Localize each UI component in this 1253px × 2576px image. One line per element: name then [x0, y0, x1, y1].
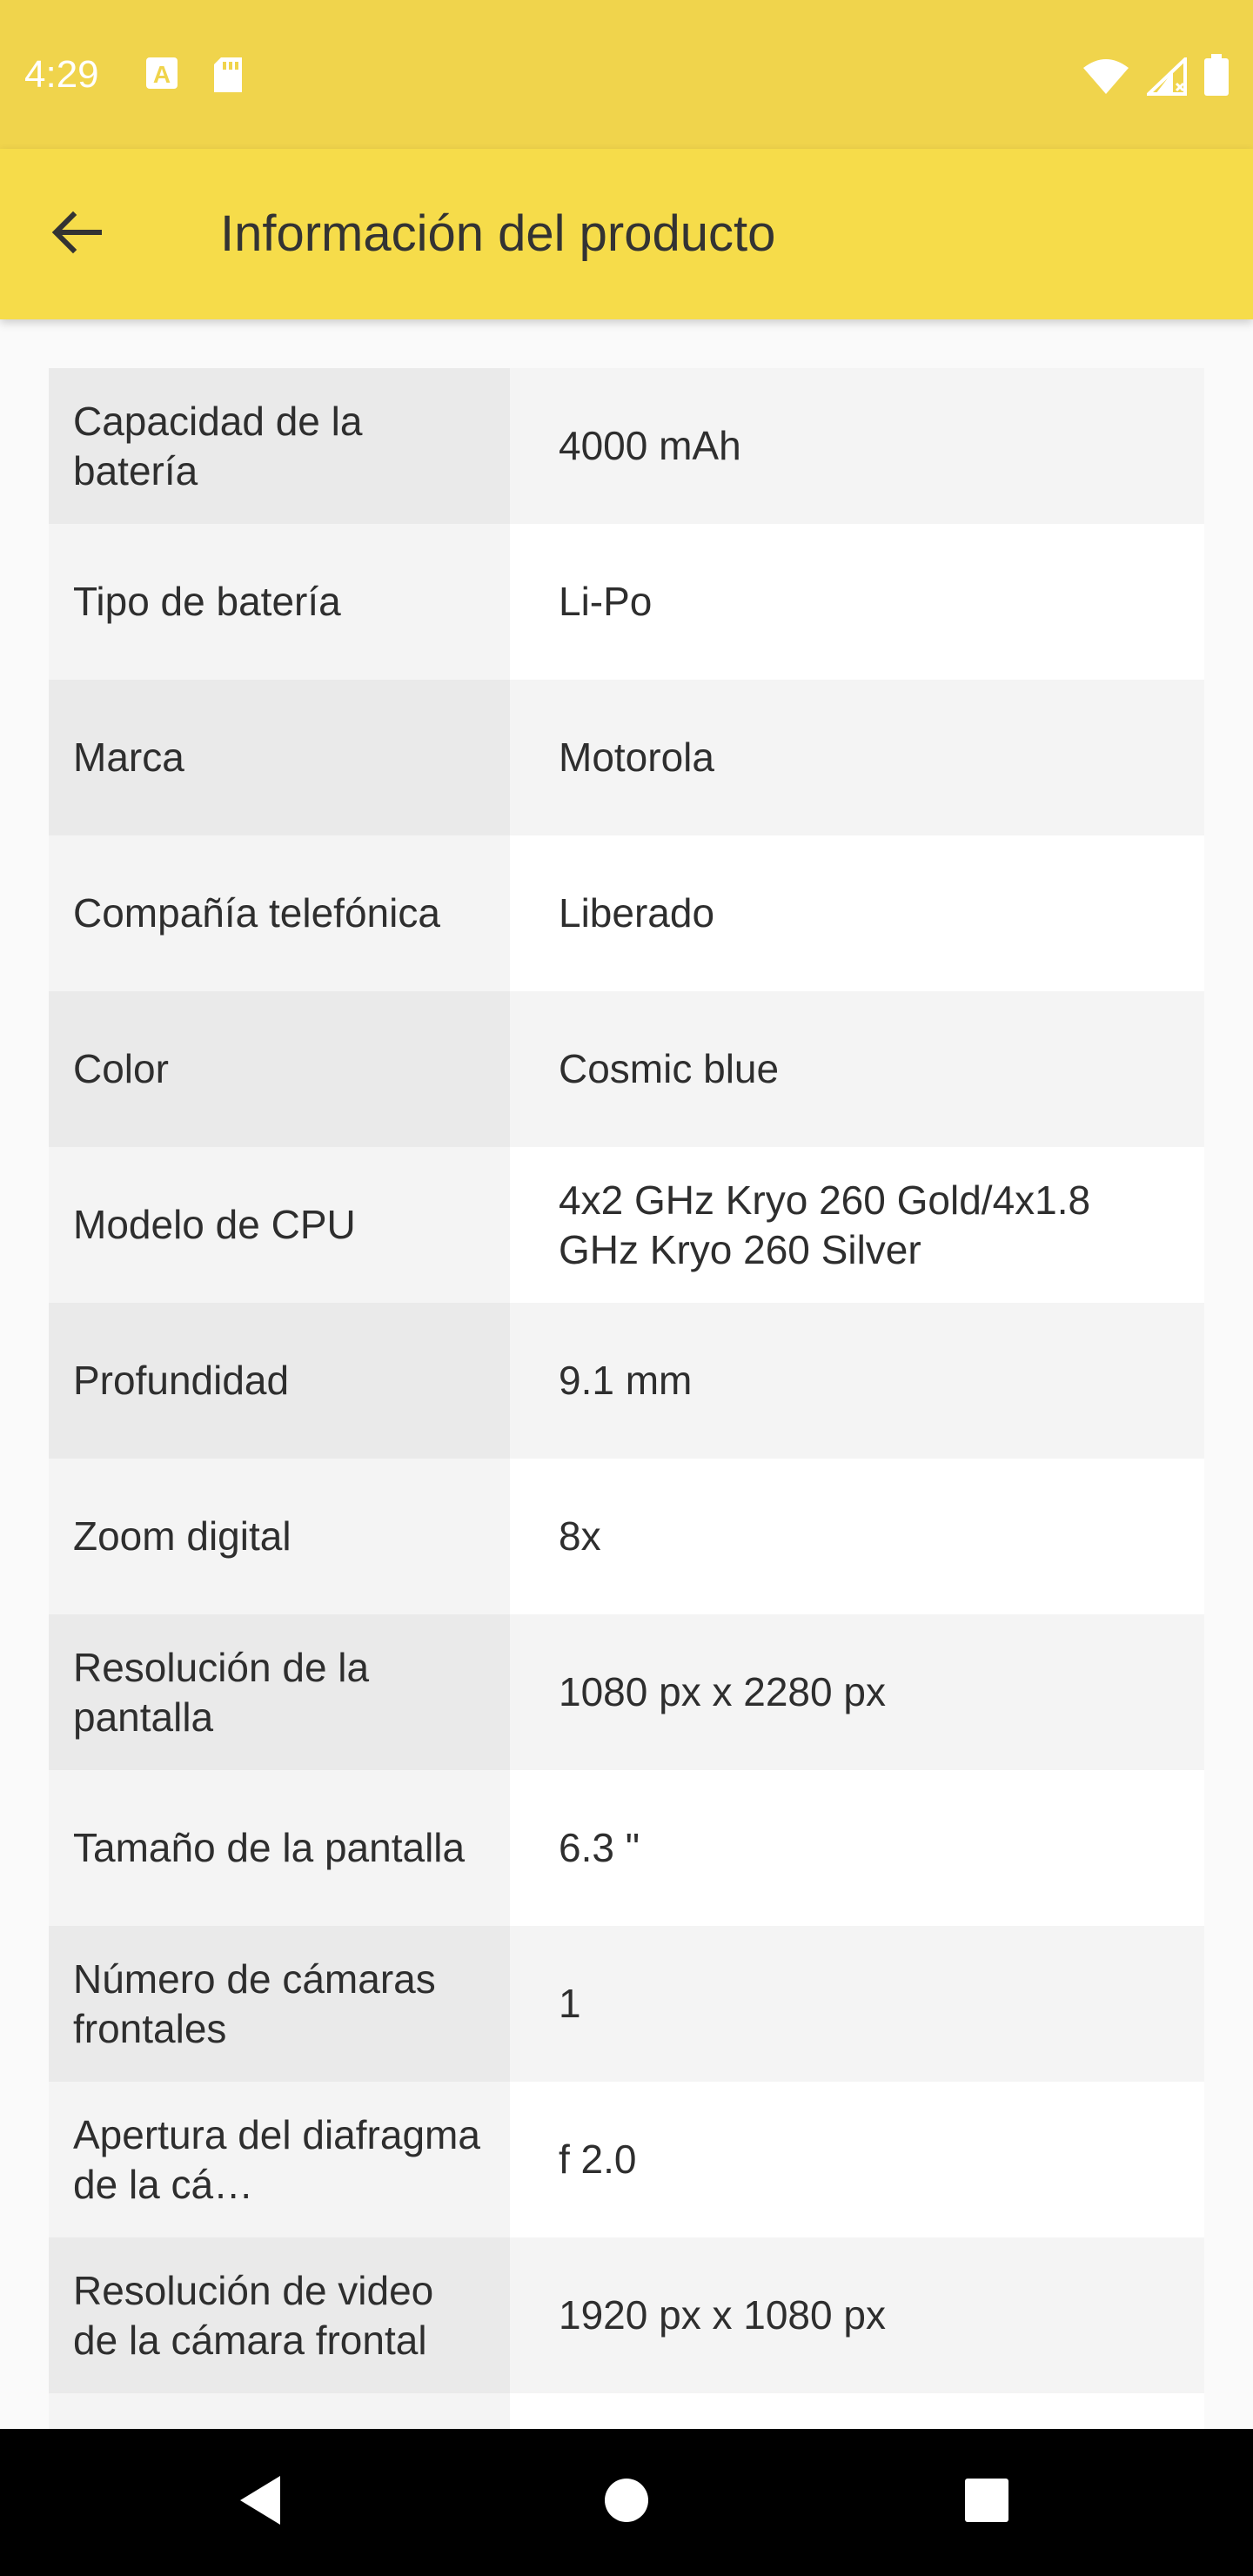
spec-row: Número de cámaras frontales 1 [49, 1926, 1204, 2082]
svg-text:A: A [153, 61, 171, 88]
page-title: Información del producto [220, 205, 776, 262]
status-system-icons [1082, 54, 1229, 100]
spec-value: 1920 px x 1080 px [510, 2237, 1204, 2393]
font-download-icon: A [144, 56, 179, 98]
nav-home-button[interactable] [592, 2467, 661, 2537]
spec-label: Resolución de la pantalla [49, 1614, 510, 1770]
spec-label: Capacidad de la batería [49, 368, 510, 524]
spec-label: Tipo de batería [49, 524, 510, 680]
back-button[interactable] [35, 192, 118, 276]
spec-label: Resolución de video de la cámara frontal [49, 2237, 510, 2393]
spec-value: 8x [510, 1459, 1204, 1614]
spec-value: 1080 px x 2280 px [510, 1614, 1204, 1770]
spec-label: Color [49, 991, 510, 1147]
spec-value: 4000 mAh [510, 368, 1204, 524]
cell-signal-icon [1144, 55, 1187, 100]
spec-row: Marca Motorola [49, 680, 1204, 835]
spec-value: 4x2 GHz Kryo 260 Gold/4x1.8 GHz Kryo 260… [510, 1147, 1204, 1303]
spec-value: f 2.0 [510, 2082, 1204, 2237]
spec-value: Motorola [510, 680, 1204, 835]
status-time: 4:29 [24, 53, 99, 96]
arrow-back-icon [49, 205, 104, 265]
spec-value: 9.1 mm [510, 1303, 1204, 1459]
spec-label: Compañía telefónica [49, 835, 510, 991]
spec-row: Tipo de batería Li-Po [49, 524, 1204, 680]
spec-label: Modelo de CPU [49, 1147, 510, 1303]
back-triangle-icon [235, 2472, 287, 2532]
spec-value: Li-Po [510, 524, 1204, 680]
spec-label [49, 2393, 510, 2429]
home-circle-icon [602, 2476, 651, 2529]
spec-row: Color Cosmic blue [49, 991, 1204, 1147]
status-notification-icons: A [144, 56, 245, 98]
spec-label: Número de cámaras frontales [49, 1926, 510, 2082]
spec-row: Capacidad de la batería 4000 mAh [49, 368, 1204, 524]
spec-label: Apertura del diafragma de la cá… [49, 2082, 510, 2237]
spec-row: Compañía telefónica Liberado [49, 835, 1204, 991]
spec-label: Marca [49, 680, 510, 835]
spec-value: 1 [510, 1926, 1204, 2082]
spec-row: Profundidad 9.1 mm [49, 1303, 1204, 1459]
sd-card-icon [211, 56, 245, 98]
spec-row: Resolución de la pantalla 1080 px x 2280… [49, 1614, 1204, 1770]
navigation-bar [0, 2429, 1253, 2576]
spec-row: Resolución de video de la cámara frontal… [49, 2237, 1204, 2393]
spec-label: Profundidad [49, 1303, 510, 1459]
nav-recents-button[interactable] [952, 2467, 1022, 2537]
spec-row: Apertura del diafragma de la cá… f 2.0 [49, 2082, 1204, 2237]
product-specs-table[interactable]: Capacidad de la batería 4000 mAh Tipo de… [49, 368, 1204, 2429]
recents-square-icon [962, 2476, 1011, 2529]
wifi-icon [1082, 57, 1129, 100]
spec-value: 6.3 " [510, 1770, 1204, 1926]
spec-label: Zoom digital [49, 1459, 510, 1614]
battery-icon [1204, 54, 1229, 100]
status-bar: 4:29 A [0, 0, 1253, 149]
spec-value: Cosmic blue [510, 991, 1204, 1147]
spec-value: Liberado [510, 835, 1204, 991]
nav-back-button[interactable] [226, 2467, 296, 2537]
spec-row [49, 2393, 1204, 2429]
spec-row: Zoom digital 8x [49, 1459, 1204, 1614]
spec-value [510, 2393, 1204, 2429]
spec-row: Tamaño de la pantalla 6.3 " [49, 1770, 1204, 1926]
app-bar: Información del producto [0, 149, 1253, 319]
spec-label: Tamaño de la pantalla [49, 1770, 510, 1926]
spec-row: Modelo de CPU 4x2 GHz Kryo 260 Gold/4x1.… [49, 1147, 1204, 1303]
